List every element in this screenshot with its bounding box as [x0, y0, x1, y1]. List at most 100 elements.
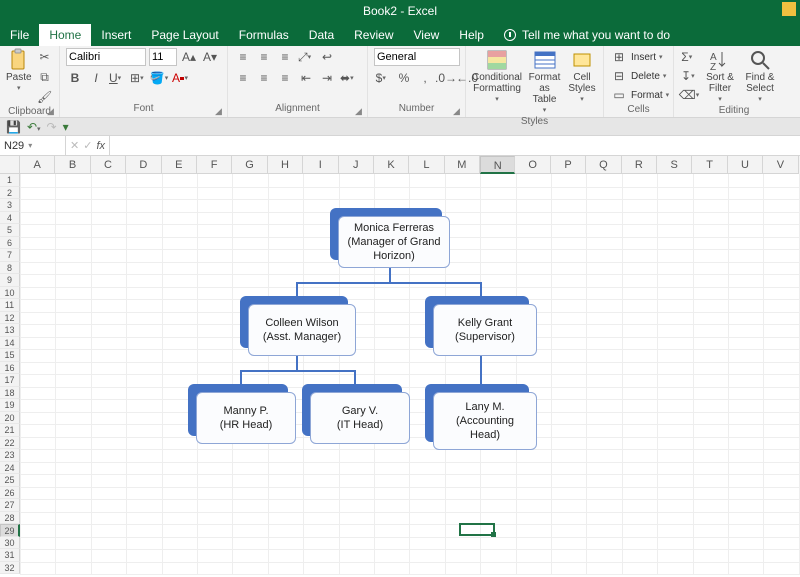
- row-header-3[interactable]: 3: [0, 199, 20, 212]
- cancel-formula-button[interactable]: ✕: [70, 139, 79, 152]
- column-header-M[interactable]: M: [445, 156, 480, 174]
- selected-cell[interactable]: [459, 523, 494, 536]
- row-header-10[interactable]: 10: [0, 287, 20, 300]
- redo-button[interactable]: ↷: [47, 120, 57, 134]
- tab-home[interactable]: Home: [39, 24, 91, 46]
- insert-function-button[interactable]: fx: [96, 140, 105, 152]
- row-header-15[interactable]: 15: [0, 349, 20, 362]
- font-name-select[interactable]: [66, 48, 146, 66]
- decrease-indent-button[interactable]: ⇤: [297, 69, 315, 87]
- align-left-button[interactable]: ≡: [234, 69, 252, 87]
- copy-button[interactable]: ⧉: [36, 68, 54, 86]
- org-node-lany[interactable]: Lany M. (Accounting Head): [425, 384, 537, 450]
- name-box[interactable]: N29 ▾: [0, 136, 66, 155]
- column-header-A[interactable]: A: [20, 156, 55, 174]
- align-center-button[interactable]: ≡: [255, 69, 273, 87]
- formula-input[interactable]: [110, 136, 800, 155]
- qat-customize[interactable]: ▾: [63, 120, 71, 134]
- row-header-22[interactable]: 22: [0, 437, 20, 450]
- format-as-table-button[interactable]: Format as Table▾: [526, 48, 563, 116]
- font-size-select[interactable]: [149, 48, 177, 66]
- tab-help[interactable]: Help: [449, 24, 494, 46]
- row-header-26[interactable]: 26: [0, 487, 20, 500]
- align-right-button[interactable]: ≡: [276, 69, 294, 87]
- tell-me-search[interactable]: Tell me what you want to do: [494, 24, 680, 46]
- row-header-13[interactable]: 13: [0, 324, 20, 337]
- row-header-32[interactable]: 32: [0, 562, 20, 575]
- row-header-12[interactable]: 12: [0, 312, 20, 325]
- decrease-font-button[interactable]: A▾: [201, 48, 219, 66]
- column-header-L[interactable]: L: [409, 156, 444, 174]
- tab-file[interactable]: File: [0, 24, 39, 46]
- row-header-11[interactable]: 11: [0, 299, 20, 312]
- org-node-monica[interactable]: Monica Ferreras (Manager of Grand Horizo…: [330, 208, 450, 268]
- italic-button[interactable]: I: [87, 69, 105, 87]
- column-header-S[interactable]: S: [657, 156, 692, 174]
- undo-button[interactable]: ↶▾: [27, 120, 41, 134]
- row-header-7[interactable]: 7: [0, 249, 20, 262]
- row-header-28[interactable]: 28: [0, 512, 20, 525]
- column-header-O[interactable]: O: [515, 156, 550, 174]
- cut-button[interactable]: ✂: [36, 48, 54, 66]
- org-node-colleen[interactable]: Colleen Wilson (Asst. Manager): [240, 296, 356, 356]
- row-header-5[interactable]: 5: [0, 224, 20, 237]
- row-header-6[interactable]: 6: [0, 237, 20, 250]
- tab-review[interactable]: Review: [344, 24, 403, 46]
- row-header-30[interactable]: 30: [0, 537, 20, 550]
- grid-body[interactable]: 1234567891011121314151617181920212223242…: [0, 174, 800, 574]
- org-chart[interactable]: Monica Ferreras (Manager of Grand Horizo…: [200, 208, 580, 508]
- row-header-25[interactable]: 25: [0, 474, 20, 487]
- conditional-formatting-button[interactable]: Conditional Formatting▾: [472, 48, 522, 105]
- format-cells-button[interactable]: ▭Format▾: [610, 86, 674, 104]
- bold-button[interactable]: B: [66, 69, 84, 87]
- cell-styles-button[interactable]: Cell Styles▾: [567, 48, 597, 105]
- clipboard-launcher[interactable]: ◢: [47, 106, 57, 116]
- fill-color-button[interactable]: 🪣▾: [150, 69, 168, 87]
- column-header-K[interactable]: K: [374, 156, 409, 174]
- paste-button[interactable]: Paste ▾: [6, 48, 32, 94]
- orientation-button[interactable]: ⤢▾: [297, 48, 315, 66]
- row-header-20[interactable]: 20: [0, 412, 20, 425]
- increase-font-button[interactable]: A▴: [180, 48, 198, 66]
- column-header-R[interactable]: R: [622, 156, 657, 174]
- tab-page-layout[interactable]: Page Layout: [141, 24, 228, 46]
- column-header-P[interactable]: P: [551, 156, 586, 174]
- column-header-C[interactable]: C: [91, 156, 126, 174]
- merge-center-button[interactable]: ⬌▾: [339, 69, 357, 87]
- row-header-1[interactable]: 1: [0, 174, 20, 187]
- save-button[interactable]: 💾: [6, 120, 21, 134]
- enter-formula-button[interactable]: ✓: [83, 139, 92, 152]
- row-header-14[interactable]: 14: [0, 337, 20, 350]
- increase-decimal-button[interactable]: .0→: [437, 69, 455, 87]
- row-header-21[interactable]: 21: [0, 424, 20, 437]
- autosum-button[interactable]: Σ▾: [680, 48, 698, 66]
- row-header-31[interactable]: 31: [0, 549, 20, 562]
- column-header-J[interactable]: J: [339, 156, 374, 174]
- org-node-gary[interactable]: Gary V. (IT Head): [302, 384, 410, 444]
- row-header-18[interactable]: 18: [0, 387, 20, 400]
- increase-indent-button[interactable]: ⇥: [318, 69, 336, 87]
- column-header-F[interactable]: F: [197, 156, 232, 174]
- sort-filter-button[interactable]: AZ Sort & Filter▾: [702, 48, 738, 105]
- row-header-9[interactable]: 9: [0, 274, 20, 287]
- row-header-29[interactable]: 29: [0, 524, 20, 537]
- org-node-manny[interactable]: Manny P. (HR Head): [188, 384, 296, 444]
- column-header-V[interactable]: V: [763, 156, 798, 174]
- row-header-4[interactable]: 4: [0, 212, 20, 225]
- fill-button[interactable]: ↧▾: [680, 67, 698, 85]
- column-header-T[interactable]: T: [692, 156, 727, 174]
- row-header-2[interactable]: 2: [0, 187, 20, 200]
- align-top-button[interactable]: ≡: [234, 48, 252, 66]
- column-header-G[interactable]: G: [232, 156, 267, 174]
- column-header-N[interactable]: N: [480, 156, 515, 174]
- alignment-launcher[interactable]: ◢: [355, 106, 365, 116]
- font-color-button[interactable]: A▾: [171, 69, 189, 87]
- clear-button[interactable]: ⌫▾: [680, 86, 698, 104]
- find-select-button[interactable]: Find & Select▾: [742, 48, 778, 105]
- underline-button[interactable]: U▾: [108, 69, 126, 87]
- row-header-19[interactable]: 19: [0, 399, 20, 412]
- worksheet-grid[interactable]: ABCDEFGHIJKLMNOPQRSTUV 12345678910111213…: [0, 156, 800, 577]
- row-header-24[interactable]: 24: [0, 462, 20, 475]
- select-all-corner[interactable]: [0, 156, 20, 174]
- column-header-I[interactable]: I: [303, 156, 338, 174]
